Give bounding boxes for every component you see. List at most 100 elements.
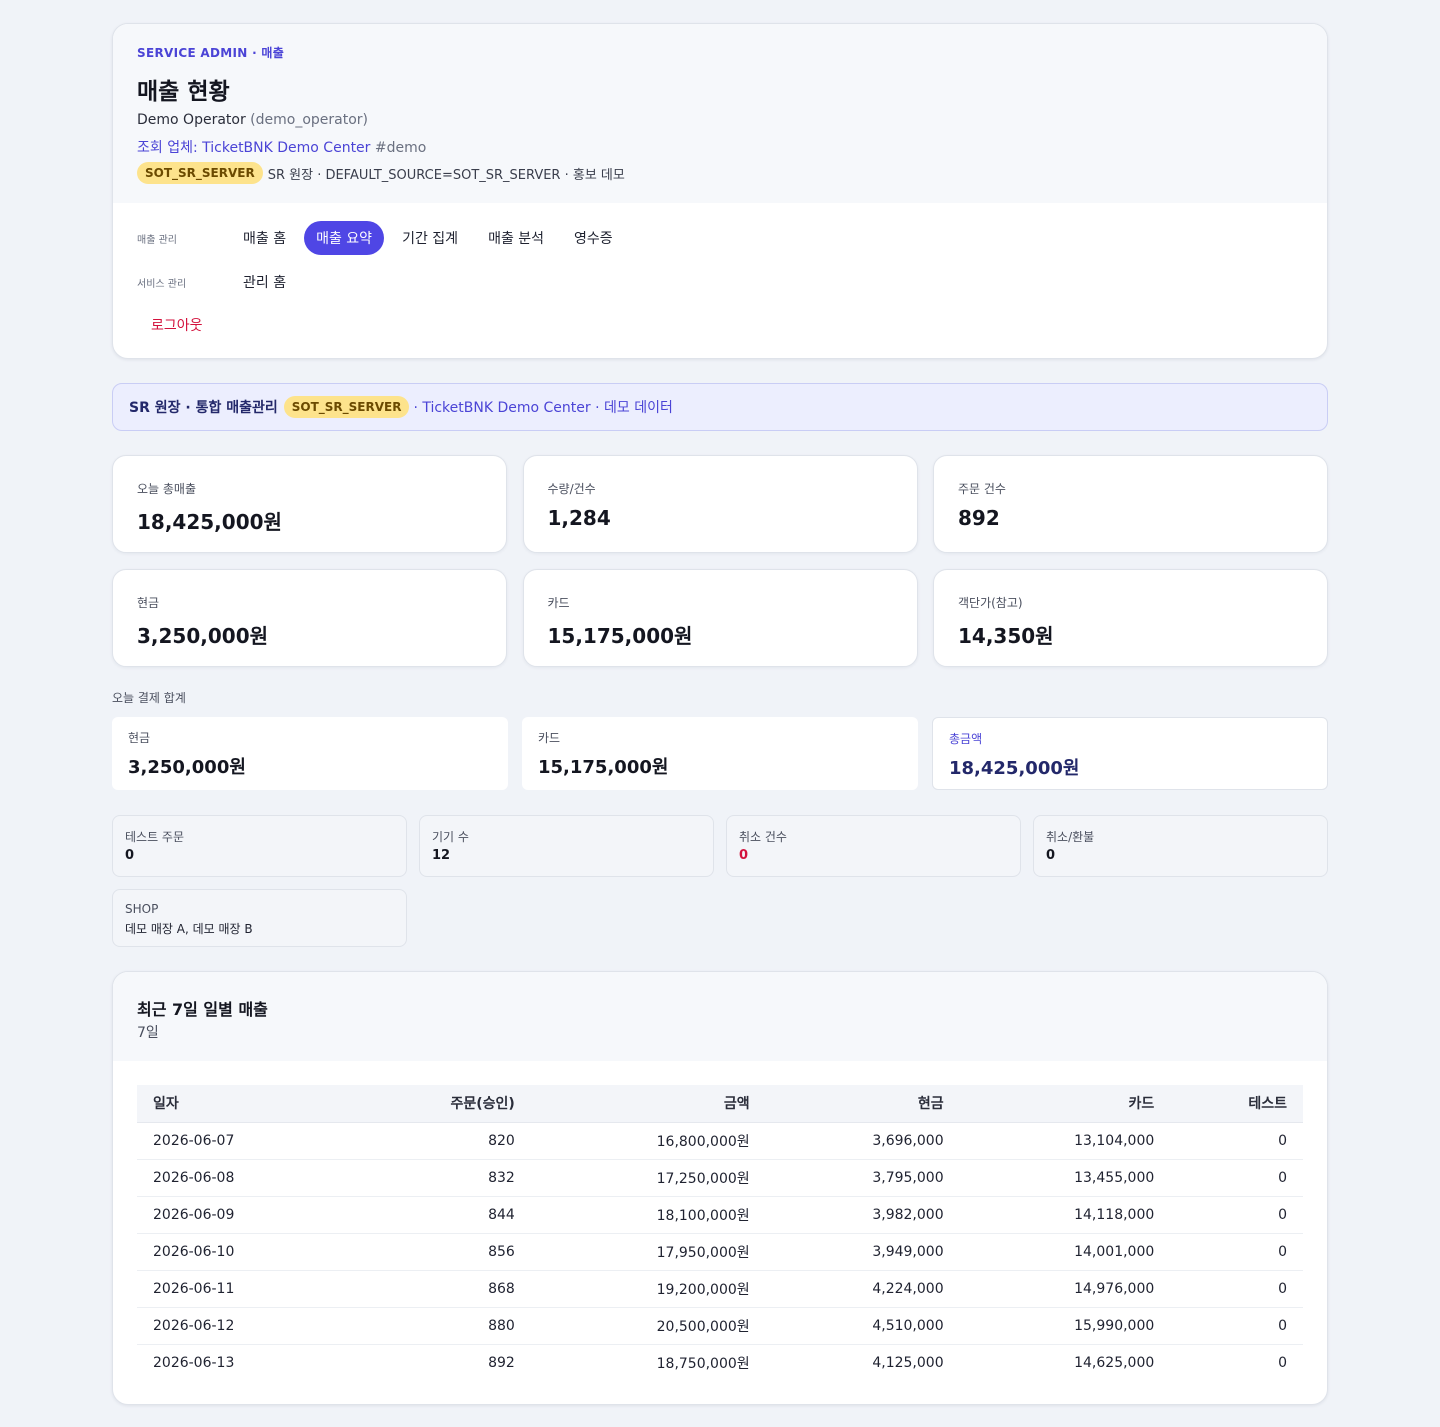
nav-row-service: 서비스 관리 관리 홈 <box>137 265 1303 299</box>
payment-value: 15,175,000원 <box>538 757 669 778</box>
cell-amount: 17,950,000원 <box>530 1233 766 1271</box>
cell-cash: 3,696,000 <box>765 1122 960 1160</box>
table-row: 2026-06-09 844 18,100,000원 3,982,000 14,… <box>137 1196 1303 1234</box>
cell-date: 2026-06-08 <box>137 1159 350 1197</box>
operator-id: (demo_operator) <box>250 112 369 128</box>
nav-item-period-totals[interactable]: 기간 집계 <box>390 221 470 255</box>
shop-value: 데모 매장 A, 데모 매장 B <box>125 922 253 936</box>
nav-item-sales-home[interactable]: 매출 홈 <box>231 221 298 255</box>
table-row: 2026-06-13 892 18,750,000원 4,125,000 14,… <box>137 1344 1303 1381</box>
cell-card: 14,625,000 <box>1074 1354 1155 1371</box>
nav-item-receipts[interactable]: 영수증 <box>562 221 625 255</box>
table-row: 2026-06-11 868 19,200,000원 4,224,000 14,… <box>137 1270 1303 1308</box>
cell-orders: 820 <box>349 1122 531 1160</box>
mini-grid: 테스트 주문 0 기기 수 12 취소 건수 0 취소/환불 0 SHOP 데모… <box>112 815 1328 947</box>
payment-value: 18,425,000원 <box>949 758 1080 779</box>
cell-cash: 4,510,000 <box>765 1307 960 1345</box>
table-row: 2026-06-08 832 17,250,000원 3,795,000 13,… <box>137 1159 1303 1197</box>
stat-card-cash: 현금 3,250,000원 <box>112 569 507 667</box>
cell-test: 0 <box>1278 1354 1287 1371</box>
stat-label: 수량/건수 <box>547 482 596 496</box>
cell-cash: 4,125,000 <box>872 1354 944 1371</box>
table-row: 2026-06-07 820 16,800,000원 3,696,000 13,… <box>137 1122 1303 1160</box>
stat-label: 오늘 총매출 <box>137 482 197 496</box>
operator-name: Demo Operator <box>137 112 246 128</box>
stat-value: 3,250,000원 <box>137 624 269 648</box>
cell-date: 2026-06-09 <box>137 1196 350 1234</box>
table-row: 2026-06-12 880 20,500,000원 4,510,000 15,… <box>137 1307 1303 1345</box>
stat-card-total-sales: 오늘 총매출 18,425,000원 <box>112 455 507 553</box>
stat-card-order-count: 주문 건수 892 <box>933 455 1328 553</box>
vendor-line: 조회 업체: TicketBNK Demo Center #demo <box>137 137 1303 156</box>
source-line: SOT_SR_SERVER SR 원장 · DEFAULT_SOURCE=SOT… <box>137 161 1303 185</box>
cell-test: 0 <box>1170 1270 1303 1308</box>
cell-amount: 18,750,000원 <box>656 1355 750 1372</box>
cell-amount: 20,500,000원 <box>530 1307 766 1345</box>
cell-card: 13,455,000 <box>959 1159 1171 1197</box>
vendor-tag: #demo <box>374 140 427 156</box>
cell-card: 14,001,000 <box>959 1233 1171 1271</box>
cell-card: 14,976,000 <box>959 1270 1171 1308</box>
cell-orders: 856 <box>349 1233 531 1271</box>
logout-button[interactable]: 로그아웃 <box>151 315 203 335</box>
column-header-card: 카드 <box>959 1085 1171 1123</box>
payment-section-label: 오늘 결제 합계 <box>112 691 186 705</box>
table-header-row: 일자 주문(승인) 금액 현금 카드 테스트 <box>137 1085 1303 1123</box>
stat-value: 14,350원 <box>958 624 1054 648</box>
mini-value: 12 <box>432 848 451 863</box>
mini-label: 취소/환불 <box>1046 830 1095 844</box>
mini-label: 테스트 주문 <box>125 830 185 844</box>
stat-card-quantity: 수량/건수 1,284 <box>522 455 918 553</box>
cell-date: 2026-06-13 <box>153 1354 235 1371</box>
table-row: 2026-06-10 856 17,950,000원 3,949,000 14,… <box>137 1233 1303 1271</box>
nav-row-sales: 매출 관리 매출 홈 매출 요약 기간 집계 매출 분석 영수증 <box>137 221 1303 255</box>
cell-orders: 880 <box>349 1307 531 1345</box>
cell-date: 2026-06-12 <box>137 1307 350 1345</box>
payment-card-card: 카드 15,175,000원 <box>522 717 918 790</box>
daily-sales-header: 최근 7일 일별 매출 7일 <box>113 972 1327 1061</box>
mini-value: 0 <box>1046 848 1056 863</box>
payment-value: 3,250,000원 <box>128 757 246 778</box>
cell-card: 14,118,000 <box>959 1196 1171 1234</box>
cell-card: 13,104,000 <box>959 1122 1171 1160</box>
cell-orders: 832 <box>349 1159 531 1197</box>
cell-amount: 19,200,000원 <box>530 1270 766 1308</box>
column-header-date: 일자 <box>137 1085 350 1123</box>
cell-cash: 4,224,000 <box>765 1270 960 1308</box>
cell-orders: 844 <box>349 1196 531 1234</box>
payment-label: 카드 <box>538 731 561 745</box>
cell-amount: 18,100,000원 <box>530 1196 766 1234</box>
column-header-cash: 현금 <box>765 1085 960 1123</box>
cell-card: 15,990,000 <box>959 1307 1171 1345</box>
payment-label: 현금 <box>128 731 151 745</box>
page-title: 매출 현황 <box>137 79 230 105</box>
mini-label: 취소 건수 <box>739 830 787 844</box>
vendor-label: 조회 업체: TicketBNK Demo Center <box>137 140 371 156</box>
nav: 매출 관리 매출 홈 매출 요약 기간 집계 매출 분석 영수증 서비스 관리 … <box>113 203 1327 335</box>
nav-item-admin-home[interactable]: 관리 홈 <box>231 265 298 299</box>
cell-test: 0 <box>1170 1159 1303 1197</box>
stat-value: 892 <box>958 506 1000 530</box>
operator-line: Demo Operator (demo_operator) <box>137 112 1303 130</box>
stat-label: 객단가(참고) <box>958 596 1023 610</box>
cell-date: 2026-06-11 <box>137 1270 350 1308</box>
header-card: SERVICE ADMIN · 매출 매출 현황 Demo Operator (… <box>112 23 1328 359</box>
payment-card-total: 총금액 18,425,000원 <box>932 717 1328 790</box>
stat-value: 15,175,000원 <box>547 624 693 648</box>
cell-amount: 16,800,000원 <box>530 1122 766 1160</box>
banner-title: SR 원장 · 통합 매출관리 <box>129 400 278 416</box>
mini-value: 0 <box>739 848 749 863</box>
mini-card-test-orders: 테스트 주문 0 <box>112 815 407 877</box>
mini-label: 기기 수 <box>432 830 469 844</box>
column-header-test: 테스트 <box>1170 1085 1303 1123</box>
column-header-orders: 주문(승인) <box>349 1085 531 1123</box>
page: SERVICE ADMIN · 매출 매출 현황 Demo Operator (… <box>112 23 1328 1405</box>
nav-label-sales: 매출 관리 <box>137 234 177 246</box>
cell-date: 2026-06-10 <box>137 1233 350 1271</box>
mini-card-shop: SHOP 데모 매장 A, 데모 매장 B <box>112 889 407 947</box>
stat-label: 카드 <box>547 596 570 610</box>
daily-sales-table: 일자 주문(승인) 금액 현금 카드 테스트 2026-06-07 820 16… <box>137 1085 1303 1381</box>
nav-item-sales-analysis[interactable]: 매출 분석 <box>476 221 556 255</box>
nav-item-sales-summary[interactable]: 매출 요약 <box>304 221 385 255</box>
stat-label: 현금 <box>137 596 160 610</box>
